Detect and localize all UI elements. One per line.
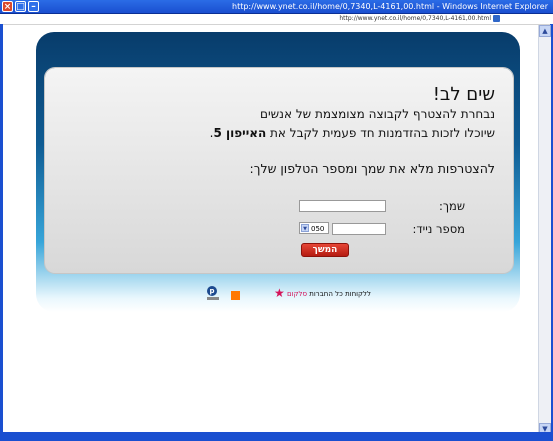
close-window-button[interactable]: × [2,1,13,12]
phone-label: מספר נייד: [412,222,465,236]
partner-logo-icon: p [207,286,217,296]
form-instruction: להצטרפות מלא את שמך ומספר הטלפון שלך: [249,161,495,176]
orange-logo-icon [231,291,240,300]
cellcom-star-icon: ★ [274,286,285,300]
window-titlebar: × □ – http://www.ynet.co.il/home/0,7340,… [0,0,553,14]
promo-line-2-bold: האייפון 5 [213,126,267,140]
window-frame-left [0,24,3,434]
arrow-up-icon: ▲ [542,27,548,35]
cellcom-brand: סלקום [287,290,308,298]
address-bar[interactable]: http://www.ynet.co.il/home/0,7340,L-4161… [0,14,553,25]
promo-line-1: נבחרת להצטרף לקבוצה מצומצמת של אנשים [260,107,495,121]
page-icon [493,15,500,22]
close-icon: × [3,2,12,12]
restore-window-button[interactable]: □ [15,1,26,12]
scroll-up-button[interactable]: ▲ [539,25,551,37]
phone-input[interactable] [332,223,386,235]
window-frame-bottom [0,432,553,441]
continue-button[interactable]: המשך [301,243,349,257]
minimize-window-button[interactable]: – [28,1,39,12]
address-url: http://www.ynet.co.il/home/0,7340,L-4161… [339,15,491,22]
promo-line-2-start: שיוכלו לזכות בהזדמנות חד פעמית לקבל את [266,126,495,140]
attention-heading: שים לב! [432,84,495,105]
name-input[interactable] [299,200,386,212]
maximize-icon: □ [16,2,25,12]
name-label: שמך: [438,199,465,213]
vertical-scrollbar[interactable]: ▲ ▼ [538,25,551,435]
all-companies-text: ללקוחות כל החברות סלקום [287,290,371,298]
phone-prefix-select[interactable]: ▼ 050 [299,222,329,234]
window-title: http://www.ynet.co.il/home/0,7340,L-4161… [232,2,548,11]
chevron-down-icon: ▼ [301,224,309,232]
phone-prefix-value: 050 [311,225,325,233]
promo-line-2: שיוכלו לזכות בהזדמנות חד פעמית לקבל את ה… [210,126,495,140]
customers-text: ללקוחות כל החברות [309,290,371,298]
promo-card: שים לב! נבחרת להצטרף לקבוצה מצומצמת של א… [45,68,513,273]
minimize-icon: – [31,2,36,12]
partner-logo-caption [207,297,219,300]
